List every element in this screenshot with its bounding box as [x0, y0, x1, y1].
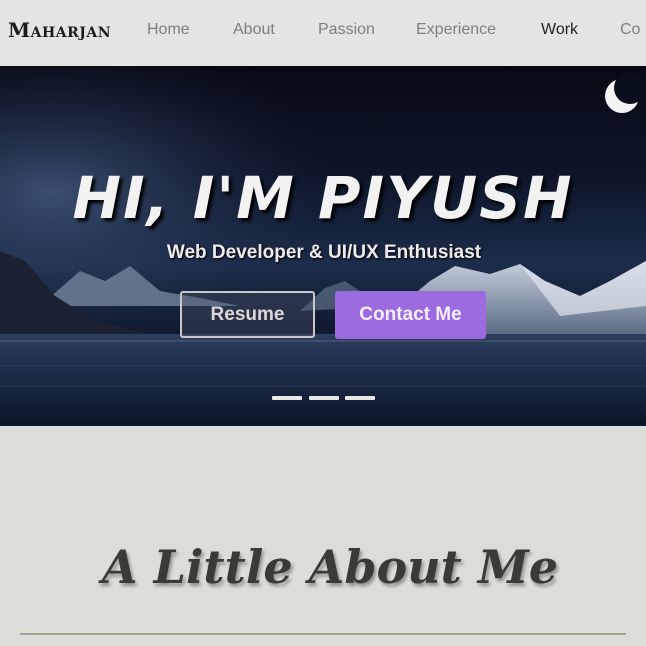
- carousel-indicator-2[interactable]: [309, 396, 339, 400]
- hero-title: HI, I'M PIYUSH: [72, 164, 574, 232]
- contact-me-button[interactable]: Contact Me: [335, 291, 486, 339]
- about-section-heading: A Little About Me: [101, 540, 559, 594]
- hero-banner: HI, I'M PIYUSH Web Developer & UI/UX Ent…: [0, 66, 646, 426]
- nav-menu: Home About Passion Experience Work Co: [0, 0, 646, 66]
- carousel-indicator-1[interactable]: [272, 396, 302, 400]
- navbar: Maharjan Home About Passion Experience W…: [0, 0, 646, 66]
- nav-item-home[interactable]: Home: [147, 21, 190, 39]
- nav-item-work[interactable]: Work: [541, 21, 578, 39]
- nav-item-about[interactable]: About: [233, 21, 275, 39]
- nav-item-passion[interactable]: Passion: [318, 21, 375, 39]
- nav-item-contact[interactable]: Co: [620, 21, 640, 39]
- section-divider: [20, 633, 626, 635]
- carousel-indicator-3[interactable]: [345, 396, 375, 400]
- resume-button[interactable]: Resume: [180, 291, 315, 338]
- hero-subtitle: Web Developer & UI/UX Enthusiast: [166, 242, 482, 263]
- nav-item-experience[interactable]: Experience: [416, 21, 496, 39]
